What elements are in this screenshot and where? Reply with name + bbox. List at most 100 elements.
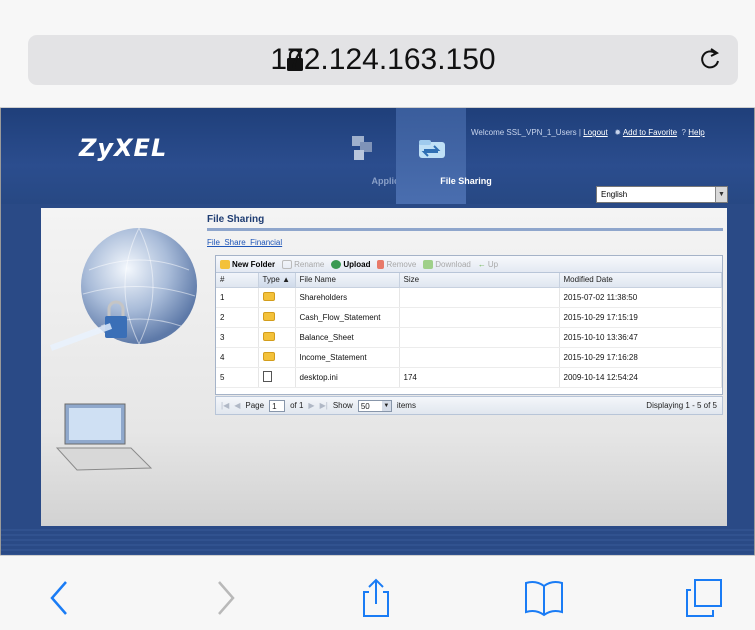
- help-link[interactable]: Help: [688, 128, 704, 137]
- last-page-icon[interactable]: ▶|: [320, 401, 328, 410]
- rename-icon: [282, 259, 293, 269]
- first-page-icon[interactable]: |◀: [221, 401, 229, 410]
- globe-laptop-illustration: [49, 227, 197, 471]
- back-icon[interactable]: [40, 578, 80, 618]
- reload-icon[interactable]: [698, 47, 724, 73]
- tab-application[interactable]: Application: [326, 108, 421, 204]
- new-folder-label: New Folder: [232, 259, 276, 269]
- row-number: 2: [216, 307, 259, 328]
- row-size: [399, 347, 560, 368]
- address-bar[interactable]: 172.124.163.150: [28, 35, 738, 85]
- rename-button[interactable]: Rename: [282, 259, 324, 269]
- up-arrow-icon: ←: [477, 259, 486, 269]
- row-number: 3: [216, 327, 259, 348]
- url-text: 172.124.163.150: [270, 43, 496, 76]
- web-page: ZyXEL Application File Sharing Welcome S…: [0, 108, 755, 555]
- row-file-name[interactable]: Balance_Sheet: [295, 327, 400, 348]
- page-size-select[interactable]: 50 ▼: [357, 399, 392, 412]
- table-row[interactable]: 2 Cash_Flow_Statement 2015-10-29 17:15:1…: [216, 307, 722, 328]
- up-label: Up: [487, 259, 499, 269]
- title-divider: [207, 228, 723, 231]
- share-icon[interactable]: [356, 578, 396, 618]
- items-label: items: [396, 401, 416, 410]
- col-type[interactable]: Type ▲: [258, 273, 296, 288]
- file-toolbar: New Folder Rename Upload Remove Download: [216, 256, 722, 273]
- row-modified-date: 2015-10-29 17:16:28: [559, 347, 722, 368]
- row-type: [258, 307, 296, 328]
- row-modified-date: 2009-10-14 12:54:24: [559, 367, 722, 388]
- download-button[interactable]: Download: [423, 259, 471, 269]
- chevron-down-icon: ▼: [715, 187, 727, 202]
- folder-icon: [262, 331, 275, 341]
- file-grid: New Folder Rename Upload Remove Download: [215, 255, 723, 395]
- new-folder-button[interactable]: New Folder: [220, 259, 276, 269]
- col-size[interactable]: Size: [399, 273, 560, 288]
- row-type: [258, 367, 296, 388]
- folder-icon: [262, 291, 275, 301]
- main-content: File Sharing File_Share_Financial New Fo…: [41, 208, 727, 526]
- language-select[interactable]: English ▼: [596, 186, 728, 203]
- logout-link[interactable]: Logout: [583, 128, 607, 137]
- forward-icon[interactable]: [205, 578, 245, 618]
- row-file-name[interactable]: Income_Statement: [295, 347, 400, 368]
- tab-label: File Sharing: [440, 176, 492, 186]
- header-banner: ZyXEL Application File Sharing Welcome S…: [1, 108, 754, 204]
- prev-page-icon[interactable]: ◀: [234, 401, 240, 410]
- breadcrumb[interactable]: File_Share_Financial: [207, 238, 282, 247]
- up-button[interactable]: ← Up: [478, 260, 498, 269]
- row-file-name[interactable]: desktop.ini: [295, 367, 400, 388]
- row-modified-date: 2015-10-10 13:36:47: [559, 327, 722, 348]
- page-label: Page: [245, 401, 265, 410]
- add-favorite-icon: ✹: [614, 128, 622, 137]
- tab-file-sharing[interactable]: File Sharing: [396, 108, 492, 204]
- zyxel-logo: ZyXEL: [79, 134, 168, 162]
- browser-top-bar: 172.124.163.150: [0, 0, 755, 108]
- footer-stripes: [1, 526, 754, 555]
- row-size: 174: [399, 367, 560, 388]
- download-icon: [423, 259, 434, 269]
- row-type: [258, 347, 296, 368]
- col-number[interactable]: #: [216, 273, 259, 288]
- tabs-icon[interactable]: [683, 578, 723, 618]
- chevron-down-icon: ▼: [381, 400, 391, 411]
- table-header-row: # Type ▲ File Name Size Modified Date: [216, 273, 722, 288]
- row-file-name[interactable]: Cash_Flow_Statement: [295, 307, 400, 328]
- file-table: # Type ▲ File Name Size Modified Date 1 …: [216, 273, 722, 388]
- welcome-text: Welcome SSL_VPN_1_Users |: [471, 128, 581, 137]
- show-label: Show: [332, 401, 353, 410]
- page-size-value: 50: [360, 401, 370, 411]
- application-icon: [352, 136, 372, 160]
- row-number: 1: [216, 287, 259, 308]
- remove-label: Remove: [386, 259, 417, 269]
- welcome-bar: Welcome SSL_VPN_1_Users | Logout ✹ Add t…: [471, 128, 705, 137]
- row-type: [258, 327, 296, 348]
- language-value: English: [601, 190, 628, 199]
- row-modified-date: 2015-10-29 17:15:19: [559, 307, 722, 328]
- row-number: 4: [216, 347, 259, 368]
- row-type: [258, 287, 296, 308]
- page-input[interactable]: 1: [269, 399, 286, 412]
- table-row[interactable]: 4 Income_Statement 2015-10-29 17:16:28: [216, 347, 722, 368]
- trash-icon: [377, 259, 385, 269]
- row-size: [399, 307, 560, 328]
- file-sharing-icon: [419, 140, 445, 158]
- col-modified-date[interactable]: Modified Date: [559, 273, 722, 288]
- remove-button[interactable]: Remove: [377, 259, 417, 269]
- displaying-count: Displaying 1 - 5 of 5: [646, 401, 717, 410]
- pagination-bar: |◀ ◀ Page 1 of 1 ▶ ▶| Show 50 ▼ items Di…: [215, 396, 723, 415]
- bookmarks-icon[interactable]: [524, 578, 564, 618]
- col-file-name[interactable]: File Name: [295, 273, 400, 288]
- new-folder-icon: [220, 259, 230, 269]
- table-row[interactable]: 1 Shareholders 2015-07-02 11:38:50: [216, 287, 722, 308]
- upload-button[interactable]: Upload: [331, 259, 370, 269]
- col-type-label: Type: [262, 275, 280, 285]
- table-row[interactable]: 3 Balance_Sheet 2015-10-10 13:36:47: [216, 327, 722, 348]
- sort-asc-icon: ▲: [282, 275, 290, 285]
- row-number: 5: [216, 367, 259, 388]
- next-page-icon[interactable]: ▶: [308, 401, 314, 410]
- file-sharing-title: File Sharing: [207, 214, 265, 225]
- table-row[interactable]: 5 desktop.ini 174 2009-10-14 12:54:24: [216, 367, 722, 388]
- browser-bottom-toolbar: [0, 555, 755, 630]
- row-file-name[interactable]: Shareholders: [295, 287, 400, 308]
- add-favorite-link[interactable]: Add to Favorite: [623, 128, 677, 137]
